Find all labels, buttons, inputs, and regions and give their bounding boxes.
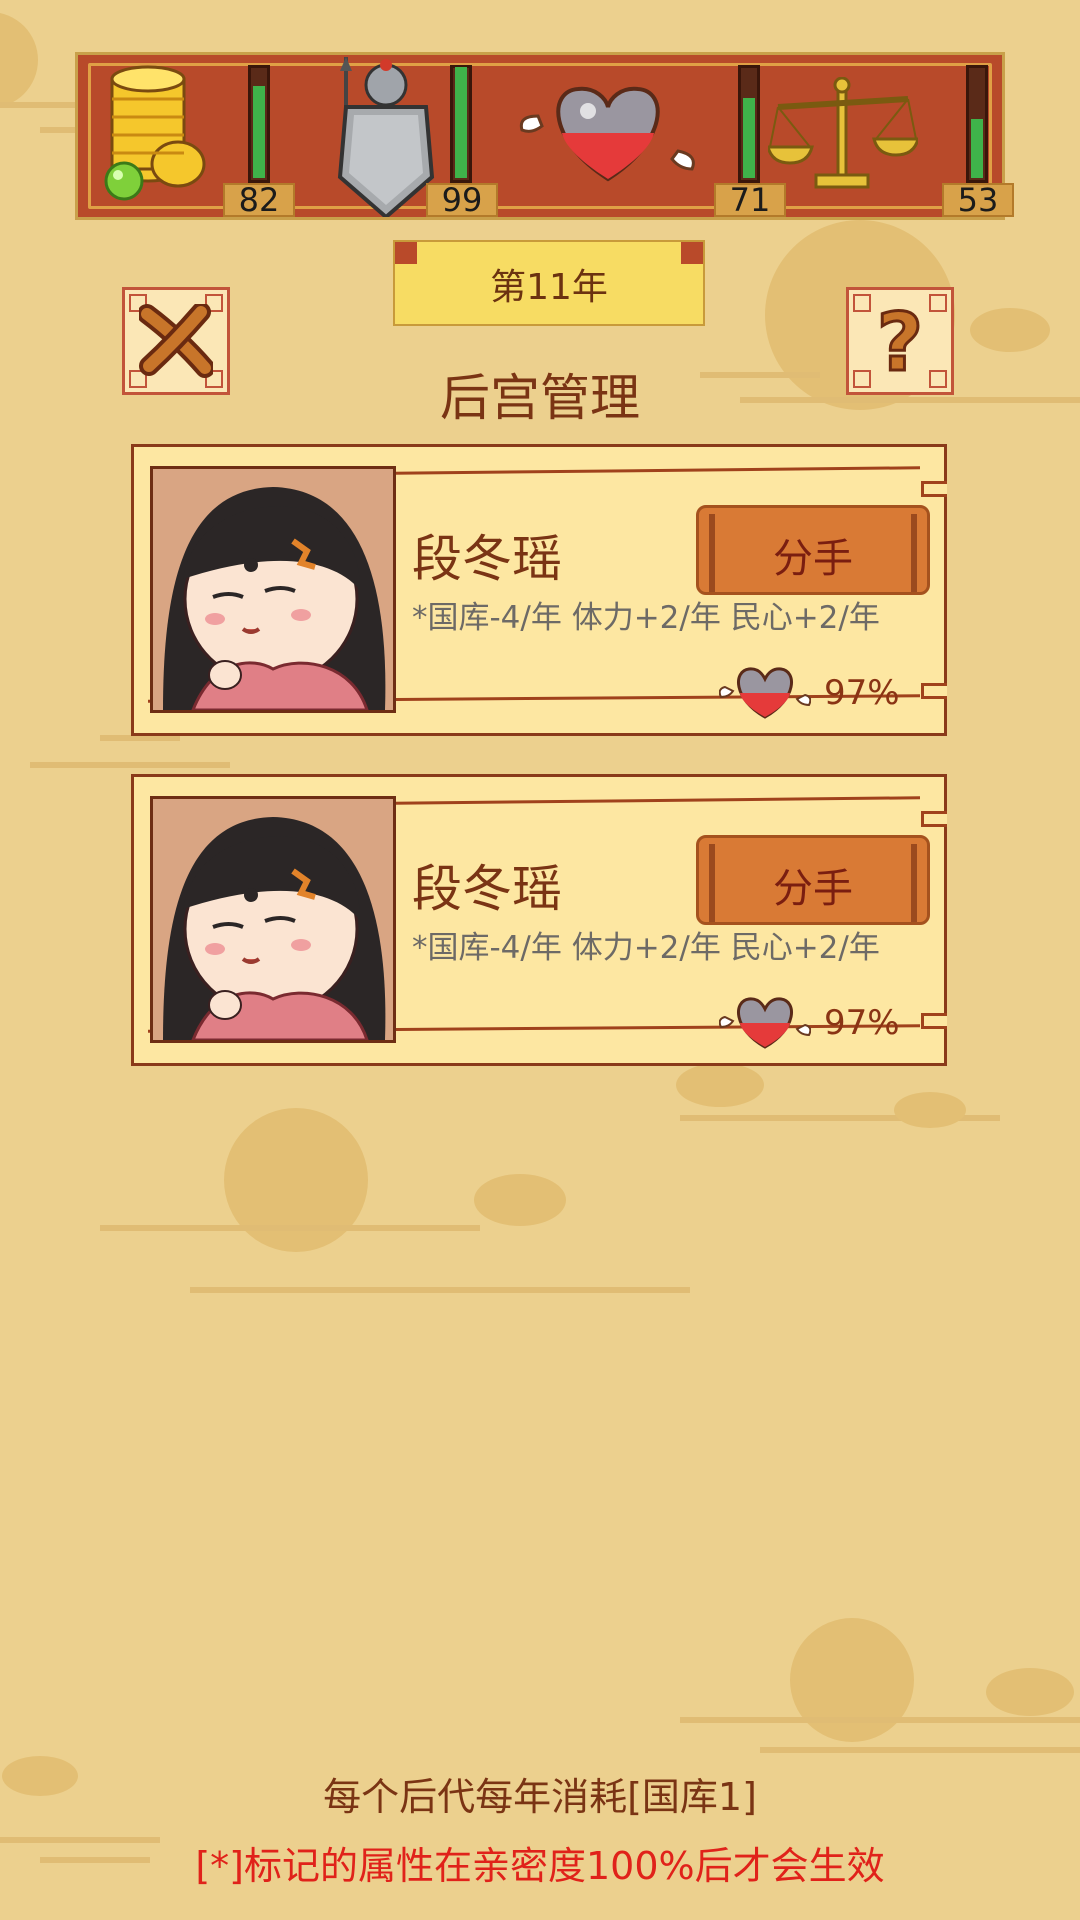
stat-meter — [248, 65, 270, 183]
affinity-heart-icon — [719, 667, 811, 719]
stat-value: 53 — [942, 183, 1014, 217]
balance-scale-icon — [768, 77, 918, 189]
consort-card: 段冬瑶 *国库-4/年 体力+2/年 民心+2/年 分手 97% — [131, 444, 947, 736]
stat-public-support: 53 — [768, 55, 1014, 223]
card-tab — [921, 811, 947, 827]
consort-card: 段冬瑶 *国库-4/年 体力+2/年 民心+2/年 分手 97% — [131, 774, 947, 1066]
breakup-button[interactable]: 分手 — [696, 835, 930, 925]
consort-portrait — [150, 796, 396, 1043]
gold-coins-icon — [104, 65, 206, 201]
consort-avatar — [163, 487, 386, 710]
stat-value: 82 — [223, 183, 295, 217]
stat-value: 99 — [426, 183, 498, 217]
card-tab — [921, 683, 947, 699]
consort-avatar — [163, 817, 386, 1040]
page-title: 后宫管理 — [440, 369, 640, 427]
stat-meter — [966, 65, 988, 183]
card-rule — [394, 466, 920, 475]
year-label: 第11年 — [490, 267, 608, 308]
effect-note: [*]标记的属性在亲密度100%后才会生效 — [195, 1844, 885, 1888]
consort-name: 段冬瑶 — [412, 530, 562, 588]
stat-national-treasury: 82 — [98, 55, 298, 223]
meter-fill — [743, 98, 755, 178]
meter-fill — [971, 119, 983, 178]
stat-meter — [738, 65, 760, 183]
card-tab — [921, 1013, 947, 1029]
stat-military-strength: 99 — [318, 55, 528, 223]
breakup-button[interactable]: 分手 — [696, 505, 930, 595]
stats-bar: 82 99 71 53 — [75, 52, 1014, 223]
meter-fill — [455, 67, 467, 178]
winged-heart-potion-icon — [519, 86, 695, 182]
consort-name: 段冬瑶 — [412, 860, 562, 918]
breakup-button-label: 分手 — [773, 866, 853, 912]
card-rule — [394, 796, 920, 805]
affinity-heart-icon — [719, 997, 811, 1049]
stat-meter — [450, 65, 472, 183]
consort-attributes: *国库-4/年 体力+2/年 民心+2/年 — [412, 600, 880, 636]
affinity-value: 97% — [824, 673, 900, 713]
affinity-value: 97% — [824, 1003, 900, 1043]
year-banner: 第11年 — [393, 240, 705, 326]
breakup-button-label: 分手 — [773, 536, 853, 582]
meter-fill — [253, 86, 265, 178]
knight-shield-icon — [337, 57, 435, 217]
consort-portrait — [150, 466, 396, 713]
card-tab — [921, 481, 947, 497]
consort-attributes: *国库-4/年 体力+2/年 民心+2/年 — [412, 930, 880, 966]
upkeep-note: 每个后代每年消耗[国库1] — [323, 1775, 757, 1819]
stat-stamina: 71 — [518, 55, 786, 223]
